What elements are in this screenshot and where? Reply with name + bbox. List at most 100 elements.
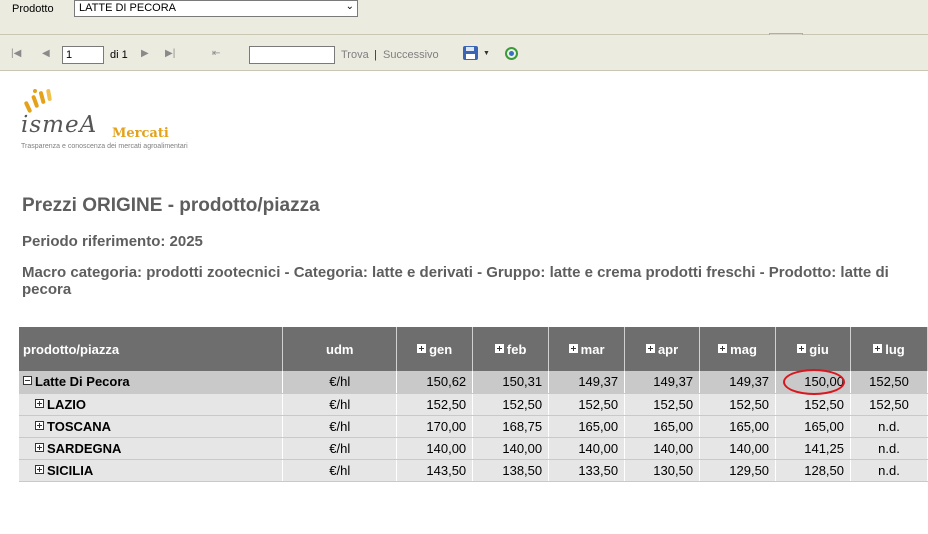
first-page-icon[interactable]: |◀ <box>11 48 21 59</box>
product-label: Prodotto <box>12 3 54 15</box>
value-cell: 140,00 <box>548 437 626 460</box>
row-name-cell[interactable]: TOSCANA <box>19 415 284 438</box>
table-header-row: prodotto/piazza udm gen feb mar apr mag … <box>19 327 928 371</box>
expand-plus-icon[interactable] <box>35 420 44 430</box>
table-row: LAZIO €/hl 152,50 152,50 152,50 152,50 1… <box>19 393 928 416</box>
next-page-icon[interactable]: ▶ <box>141 48 149 59</box>
value-cell: 152,50 <box>850 371 928 394</box>
value-cell: 150,62 <box>396 371 474 394</box>
value-cell: 149,37 <box>548 371 626 394</box>
column-header-apr[interactable]: apr <box>624 327 701 371</box>
table-row: SARDEGNA €/hl 140,00 140,00 140,00 140,0… <box>19 437 928 460</box>
value-cell: 128,50 <box>775 459 851 482</box>
column-header-gen[interactable]: gen <box>396 327 474 371</box>
value-cell: 152,50 <box>850 393 928 416</box>
export-dropdown-icon[interactable]: ▼ <box>483 50 490 57</box>
report-category: Macro categoria: prodotti zootecnici - C… <box>22 264 889 298</box>
column-header-lug[interactable]: lug <box>850 327 928 371</box>
value-cell: 165,00 <box>775 415 851 438</box>
expand-plus-icon[interactable] <box>718 343 728 353</box>
row-name-cell[interactable]: Latte Di Pecora <box>19 371 284 394</box>
page-count: di 1 <box>110 49 128 61</box>
row-name: SICILIA <box>47 462 94 478</box>
row-name-cell[interactable]: SICILIA <box>19 459 284 482</box>
value-cell: 152,50 <box>548 393 626 416</box>
row-name: Latte Di Pecora <box>35 374 130 390</box>
udm-cell: €/hl <box>282 459 398 482</box>
value-cell: 140,00 <box>624 437 701 460</box>
back-to-parent-icon[interactable]: ⇤ <box>212 48 220 59</box>
value-cell: 143,50 <box>396 459 474 482</box>
page-number-input[interactable] <box>62 46 104 64</box>
column-header-feb[interactable]: feb <box>472 327 550 371</box>
expand-plus-icon[interactable] <box>797 343 807 353</box>
expand-plus-icon[interactable] <box>35 442 44 452</box>
value-cell: 140,00 <box>699 437 777 460</box>
row-name: LAZIO <box>47 396 86 412</box>
logo-wordmark: ismeA <box>21 112 98 138</box>
column-header-label: giu <box>809 341 829 357</box>
expand-plus-icon[interactable] <box>35 464 44 474</box>
find-link[interactable]: Trova <box>341 49 369 61</box>
value-cell: 165,00 <box>699 415 777 438</box>
refresh-icon[interactable] <box>505 47 518 60</box>
report-toolbar: |◀ ◀ di 1 ▶ ▶| ⇤ Trova | Successivo ▼ <box>0 35 928 71</box>
udm-cell: €/hl <box>282 393 398 416</box>
row-name: TOSCANA <box>47 418 112 434</box>
value-cell: 152,50 <box>624 393 701 416</box>
udm-cell: €/hl <box>282 371 398 394</box>
table-row: SICILIA €/hl 143,50 138,50 133,50 130,50… <box>19 459 928 482</box>
column-header-udm: udm <box>282 327 398 371</box>
last-page-icon[interactable]: ▶| <box>165 48 175 59</box>
product-select-value: LATTE DI PECORA <box>79 2 176 14</box>
ismea-logo: ismeA Mercati Trasparenza e conoscenza d… <box>21 87 211 157</box>
value-cell: 140,00 <box>396 437 474 460</box>
product-select[interactable]: LATTE DI PECORA ⌄ <box>74 0 358 17</box>
value-cell: n.d. <box>850 437 928 460</box>
value-cell: 149,37 <box>699 371 777 394</box>
column-header-label: feb <box>506 341 527 357</box>
logo-tagline: Trasparenza e conoscenza dei mercati agr… <box>21 143 188 150</box>
column-header-prodotto-piazza[interactable]: prodotto/piazza <box>19 327 284 371</box>
collapse-minus-icon[interactable] <box>23 376 32 386</box>
udm-cell: €/hl <box>282 437 398 460</box>
expand-plus-icon[interactable] <box>645 343 655 353</box>
row-name: SARDEGNA <box>47 440 122 456</box>
column-header-label: mar <box>580 341 605 357</box>
value-cell: 140,00 <box>472 437 550 460</box>
value-cell: 150,31 <box>472 371 550 394</box>
export-save-icon[interactable] <box>463 46 478 60</box>
expand-plus-icon[interactable] <box>417 343 427 353</box>
row-name-cell[interactable]: SARDEGNA <box>19 437 284 460</box>
chevron-down-icon: ⌄ <box>345 1 354 12</box>
value-cell: 152,50 <box>472 393 550 416</box>
parameter-bar: Prodotto LATTE DI PECORA ⌄ <box>0 0 928 35</box>
expand-plus-icon[interactable] <box>568 343 578 353</box>
column-header-label: mag <box>730 341 757 357</box>
value-cell: 170,00 <box>396 415 474 438</box>
column-header-giu[interactable]: giu <box>775 327 851 371</box>
column-header-label: gen <box>429 341 453 357</box>
price-table: prodotto/piazza udm gen feb mar apr mag … <box>19 327 928 482</box>
value-cell: 168,75 <box>472 415 550 438</box>
column-header-mar[interactable]: mar <box>548 327 626 371</box>
udm-cell: €/hl <box>282 415 398 438</box>
value-cell: 130,50 <box>624 459 701 482</box>
value-cell: n.d. <box>850 415 928 438</box>
table-row: TOSCANA €/hl 170,00 168,75 165,00 165,00… <box>19 415 928 438</box>
value-cell: 152,50 <box>699 393 777 416</box>
find-next-link[interactable]: Successivo <box>383 49 439 61</box>
value-cell: 138,50 <box>472 459 550 482</box>
row-name-cell[interactable]: LAZIO <box>19 393 284 416</box>
expand-plus-icon[interactable] <box>494 343 504 353</box>
find-text-input[interactable] <box>249 46 335 64</box>
value-cell: 152,50 <box>396 393 474 416</box>
value-cell: 152,50 <box>775 393 851 416</box>
expand-plus-icon[interactable] <box>873 343 883 353</box>
previous-page-icon[interactable]: ◀ <box>42 48 50 59</box>
value-cell: n.d. <box>850 459 928 482</box>
expand-plus-icon[interactable] <box>35 398 44 408</box>
value-cell: 133,50 <box>548 459 626 482</box>
value-cell: 165,00 <box>548 415 626 438</box>
column-header-mag[interactable]: mag <box>699 327 777 371</box>
